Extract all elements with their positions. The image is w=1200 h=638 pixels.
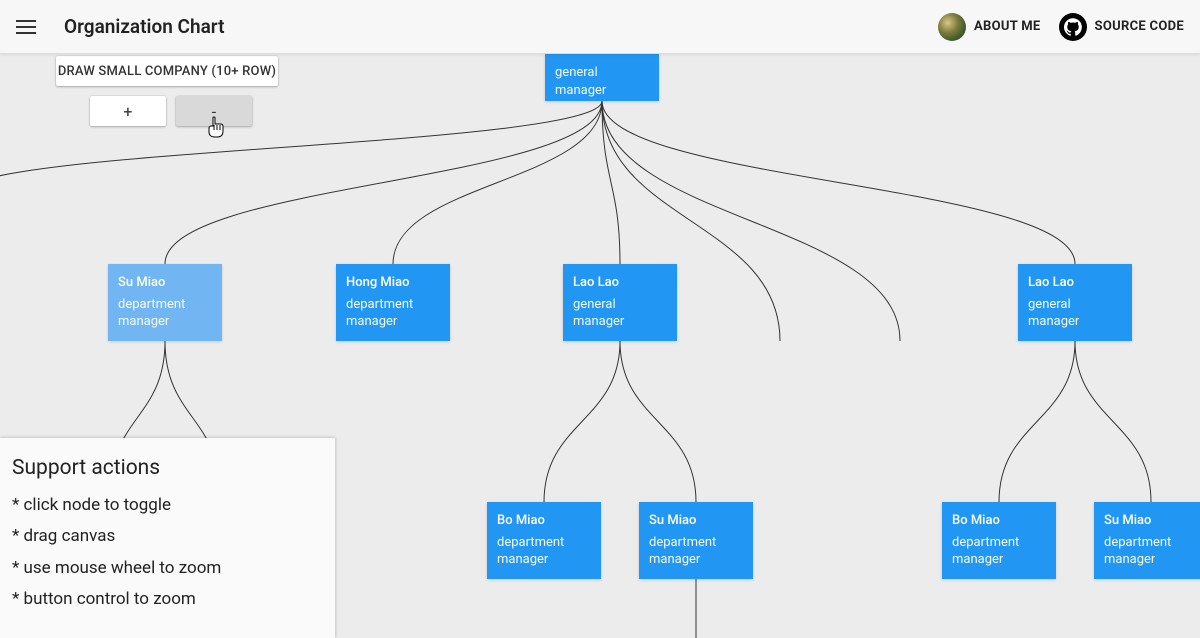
org-node-name: Su Miao [649, 512, 743, 530]
about-me-link[interactable]: ABOUT ME [938, 13, 1041, 41]
org-node-name: Su Miao [1104, 512, 1198, 530]
org-node[interactable]: Hong Miao department manager [336, 264, 450, 341]
draw-company-button[interactable]: DRAW SMALL COMPANY (10+ ROW) [56, 56, 278, 86]
org-node[interactable]: Lao Lao general manager [1018, 264, 1132, 341]
org-node[interactable]: Su Miao department manager [108, 264, 222, 341]
org-node[interactable]: Lao Lao general manager [563, 264, 677, 341]
page-title: Organization Chart [64, 15, 224, 38]
org-node-name: Lao Lao [1028, 274, 1122, 292]
avatar-icon [938, 13, 966, 41]
org-node-title: general manager [1028, 296, 1122, 331]
org-node-name: Lao Lao [573, 274, 667, 292]
org-node[interactable]: Su Miao department manager [1094, 502, 1200, 579]
github-icon [1059, 13, 1087, 41]
source-code-label: SOURCE CODE [1095, 19, 1184, 34]
zoom-controls: + - [56, 96, 286, 126]
support-actions-panel: Support actions * click node to toggle *… [0, 438, 335, 638]
support-line: * button control to zoom [12, 584, 323, 615]
org-node-name: Su Miao [118, 274, 212, 292]
org-node-title: general manager [555, 64, 649, 99]
org-node[interactable]: general manager [545, 54, 659, 101]
zoom-in-button[interactable]: + [90, 96, 166, 126]
org-node-title: department manager [649, 534, 743, 569]
support-line: * click node to toggle [12, 490, 323, 521]
toolbar: DRAW SMALL COMPANY (10+ ROW) + - [56, 56, 286, 126]
support-line: * drag canvas [12, 521, 323, 552]
org-node-title: department manager [1104, 534, 1198, 569]
org-node-name: Hong Miao [346, 274, 440, 292]
org-node-title: general manager [573, 296, 667, 331]
org-node-name: Bo Miao [497, 512, 591, 530]
about-me-label: ABOUT ME [974, 19, 1041, 34]
org-node-title: department manager [952, 534, 1046, 569]
org-node-title: department manager [118, 296, 212, 331]
org-node[interactable]: Su Miao department manager [639, 502, 753, 579]
app-header: Organization Chart ABOUT ME SOURCE CODE [0, 0, 1200, 54]
header-right: ABOUT ME SOURCE CODE [938, 13, 1184, 41]
org-node-name: Bo Miao [952, 512, 1046, 530]
org-node-title: department manager [497, 534, 591, 569]
source-code-link[interactable]: SOURCE CODE [1059, 13, 1184, 41]
menu-icon[interactable] [16, 15, 40, 39]
support-title: Support actions [12, 456, 323, 480]
support-line: * use mouse wheel to zoom [12, 553, 323, 584]
org-node[interactable]: Bo Miao department manager [487, 502, 601, 579]
org-node[interactable]: Bo Miao department manager [942, 502, 1056, 579]
org-node-title: department manager [346, 296, 440, 331]
zoom-out-button[interactable]: - [176, 96, 252, 126]
